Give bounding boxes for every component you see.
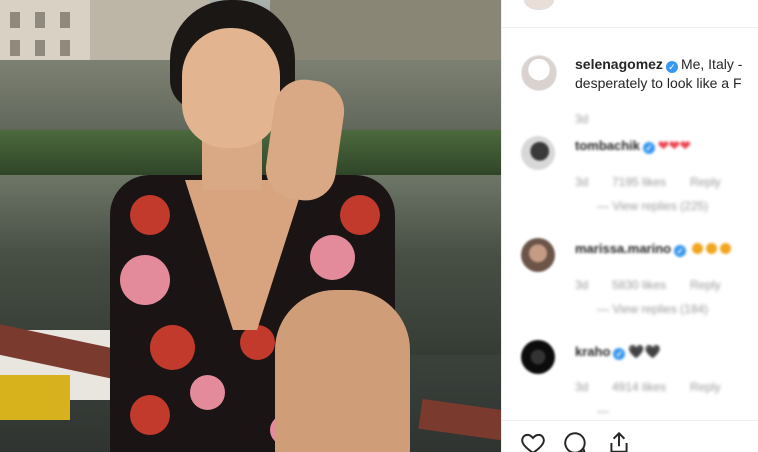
verified-badge-icon: ✓ (643, 142, 656, 154)
emoji-icon (692, 243, 704, 254)
reply-button[interactable]: Reply (690, 380, 721, 394)
comment-avatar[interactable] (521, 136, 555, 170)
comments-sidebar: selenagomez ✓ Me, Italy - desperately to l… (501, 0, 758, 452)
header-avatar[interactable] (524, 0, 554, 10)
comment-username[interactable]: marissa.marino ✓ (575, 241, 732, 257)
caption-text-line2: desperately to look like a F (575, 75, 742, 91)
post-header (502, 0, 758, 28)
reply-button[interactable]: Reply (690, 278, 721, 292)
view-replies-link[interactable]: — View replies (184) (597, 302, 708, 316)
comment-avatar[interactable] (521, 238, 555, 272)
face (182, 28, 280, 148)
verified-badge-icon: ✓ (613, 348, 626, 360)
boat-seat (0, 375, 70, 420)
comment-likes[interactable]: 4914 likes (612, 380, 666, 394)
comment-likes[interactable]: 5830 likes (612, 278, 666, 292)
action-bar (502, 420, 758, 452)
post-photo[interactable] (0, 0, 501, 452)
post-caption: selenagomez ✓ Me, Italy - desperately to l… (575, 55, 758, 93)
person (100, 0, 410, 452)
caption-username[interactable]: selenagomez (575, 56, 663, 72)
heart-emoji: ❤❤❤ (658, 138, 691, 153)
comment-time: 3d (575, 380, 589, 394)
caption-time: 3d (575, 112, 589, 126)
comment-icon[interactable] (562, 430, 588, 452)
caption-text: Me, Italy - (680, 56, 743, 72)
comment-likes[interactable]: 7195 likes (612, 175, 666, 189)
view-replies-link[interactable]: — (597, 404, 609, 418)
caption-avatar[interactable] (521, 55, 557, 91)
verified-badge-icon: ✓ (665, 61, 678, 73)
comment-username[interactable]: kraho ✓ 🖤🖤 (575, 344, 661, 360)
black-heart-emoji: 🖤🖤 (628, 344, 661, 359)
like-heart-icon[interactable] (520, 430, 546, 452)
emoji-icon (720, 243, 732, 254)
comment-time: 3d (575, 175, 589, 189)
comment-username[interactable]: tombachik ✓ ❤❤❤ (575, 138, 691, 154)
comment-avatar[interactable] (521, 340, 555, 374)
reply-button[interactable]: Reply (690, 175, 721, 189)
view-replies-link[interactable]: — View replies (225) (597, 199, 708, 213)
share-icon[interactable] (606, 430, 632, 452)
comment-time: 3d (575, 278, 589, 292)
verified-badge-icon: ✓ (674, 245, 687, 257)
leg (275, 290, 410, 452)
emoji-icon (706, 243, 718, 254)
boat-rim (418, 398, 501, 442)
